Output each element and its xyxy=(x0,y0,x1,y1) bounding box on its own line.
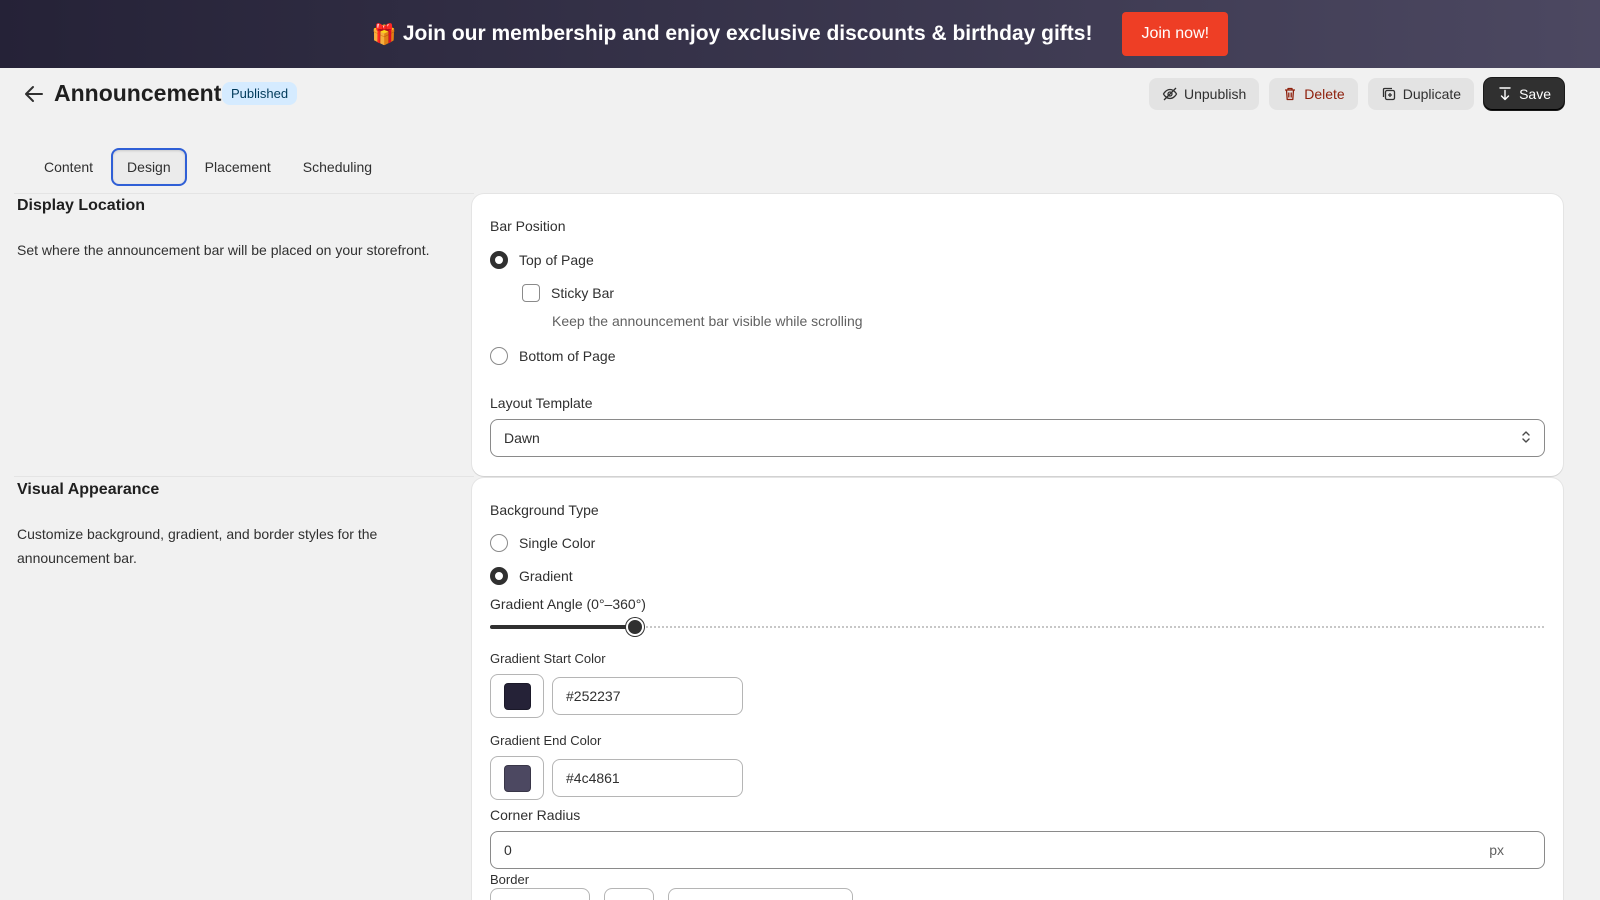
eye-off-icon xyxy=(1162,87,1178,101)
radio-single-color[interactable]: Single Color xyxy=(490,534,595,552)
layout-template-label: Layout Template xyxy=(490,395,593,411)
promo-message: Join our membership and enjoy exclusive … xyxy=(402,22,1093,45)
border-controls xyxy=(490,888,853,900)
border-color-picker[interactable] xyxy=(604,888,654,900)
gradient-end-label: Gradient End Color xyxy=(490,733,602,748)
start-color-picker[interactable] xyxy=(490,674,544,718)
start-color-swatch xyxy=(503,682,531,710)
tab-scheduling[interactable]: Scheduling xyxy=(289,148,386,186)
slider-track xyxy=(490,626,1545,628)
radio-selected-icon xyxy=(490,251,508,269)
bar-position-label: Bar Position xyxy=(490,218,566,234)
header-actions: Unpublish Delete Duplicate Save xyxy=(1148,78,1564,110)
promo-text: 🎁 Join our membership and enjoy exclusiv… xyxy=(372,22,1093,47)
duplicate-button[interactable]: Duplicate xyxy=(1367,78,1475,110)
gradient-angle-slider[interactable] xyxy=(490,617,1545,637)
start-color-input[interactable]: #252237 xyxy=(552,677,743,715)
tab-design[interactable]: Design xyxy=(111,148,187,186)
save-button[interactable]: Save xyxy=(1484,78,1564,110)
display-location-title: Display Location xyxy=(17,197,146,214)
delete-button[interactable]: Delete xyxy=(1269,78,1358,110)
visual-appearance-title: Visual Appearance xyxy=(17,481,160,498)
duplicate-icon xyxy=(1382,87,1395,101)
unpublish-button[interactable]: Unpublish xyxy=(1148,78,1260,110)
status-badge: Published xyxy=(222,82,298,105)
unpublish-label: Unpublish xyxy=(1183,86,1247,102)
section-divider xyxy=(14,476,474,477)
end-color-input[interactable]: #4c4861 xyxy=(552,759,743,797)
slider-fill xyxy=(490,625,635,629)
tab-divider xyxy=(14,193,474,194)
radio-top-label: Top of Page xyxy=(519,252,594,268)
border-width-input[interactable] xyxy=(490,888,590,900)
end-color-swatch xyxy=(503,764,531,792)
gift-icon: 🎁 xyxy=(371,23,397,46)
corner-radius-unit: px xyxy=(1489,842,1504,858)
border-style-select[interactable] xyxy=(668,888,853,900)
visual-appearance-description: Customize background, gradient, and bord… xyxy=(17,526,378,566)
checkbox-icon xyxy=(522,284,540,302)
radio-top-of-page[interactable]: Top of Page xyxy=(490,251,594,269)
trash-icon xyxy=(1285,87,1296,101)
corner-radius-label: Corner Radius xyxy=(490,807,581,823)
radio-bottom-label: Bottom of Page xyxy=(519,348,616,364)
page-title: Announcement xyxy=(54,80,222,106)
join-now-button[interactable]: Join now! xyxy=(1122,12,1229,56)
radio-gradient-label: Gradient xyxy=(519,568,573,584)
select-chevron-icon xyxy=(1520,428,1532,449)
save-label: Save xyxy=(1519,86,1551,102)
sticky-bar-label: Sticky Bar xyxy=(551,285,615,301)
page-header: Announcement Published Unpublish Delete … xyxy=(0,68,1600,122)
display-location-description: Set where the announcement bar will be p… xyxy=(17,242,430,258)
radio-selected-icon xyxy=(490,567,508,585)
radio-single-label: Single Color xyxy=(519,535,596,551)
sticky-bar-checkbox[interactable]: Sticky Bar xyxy=(522,284,614,302)
radio-unselected-icon xyxy=(490,534,508,552)
radio-unselected-icon xyxy=(490,347,508,365)
tab-placement[interactable]: Placement xyxy=(191,148,285,186)
tab-bar: Content Design Placement Scheduling xyxy=(30,148,386,186)
visual-appearance-card: Background Type Single Color Gradient Gr… xyxy=(472,478,1563,900)
gradient-angle-label: Gradient Angle (0°–360°) xyxy=(490,596,646,612)
layout-template-value: Dawn xyxy=(504,430,540,446)
end-color-picker[interactable] xyxy=(490,756,544,800)
slider-thumb[interactable] xyxy=(625,618,644,636)
delete-label: Delete xyxy=(1304,86,1345,102)
promo-announcement-bar: 🎁 Join our membership and enjoy exclusiv… xyxy=(0,0,1600,68)
radio-gradient[interactable]: Gradient xyxy=(490,567,573,585)
layout-template-select[interactable]: Dawn xyxy=(490,419,1545,457)
gradient-start-label: Gradient Start Color xyxy=(490,651,606,666)
corner-radius-value: 0 xyxy=(504,842,512,858)
radio-bottom-of-page[interactable]: Bottom of Page xyxy=(490,347,616,365)
corner-radius-input[interactable]: 0 px xyxy=(490,831,1545,869)
tab-content[interactable]: Content xyxy=(30,148,107,186)
sticky-bar-help: Keep the announcement bar visible while … xyxy=(552,313,863,329)
save-icon xyxy=(1499,87,1511,101)
background-type-label: Background Type xyxy=(490,502,599,518)
display-location-card: Bar Position Top of Page Sticky Bar Keep… xyxy=(472,194,1563,476)
border-label: Border xyxy=(490,872,530,887)
duplicate-label: Duplicate xyxy=(1402,86,1462,102)
back-arrow-icon[interactable] xyxy=(22,82,46,106)
